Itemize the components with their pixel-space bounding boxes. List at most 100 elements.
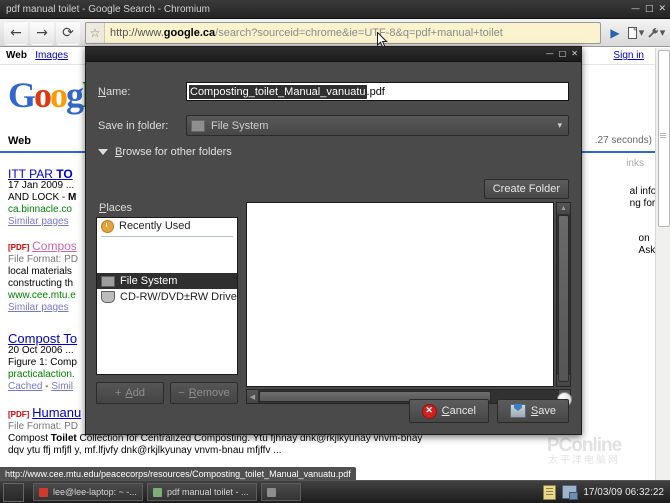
wrench-menu-icon[interactable]: ▾ xyxy=(646,22,666,44)
address-bar[interactable]: ☆ http://www.google.ca/search?sourceid=c… xyxy=(85,22,601,44)
sponsored-links-label: inks xyxy=(626,158,644,169)
place-label-2: CD-RW/DVD±RW Drive xyxy=(120,291,237,303)
name-label-text: ame: xyxy=(106,86,130,98)
page-menu-icon[interactable]: ▾ xyxy=(626,22,646,44)
browse-for-other-folders-toggle[interactable]: Browse for other folders xyxy=(98,146,569,158)
drive-icon xyxy=(101,276,115,287)
wrench-menu-chevron: ▾ xyxy=(660,26,666,39)
remove-label: Remove xyxy=(189,387,230,399)
result-4-desc-b: Toilet xyxy=(51,433,77,444)
cd-icon xyxy=(101,291,115,303)
places-pane: Places Recently Used File System xyxy=(96,202,238,404)
task-label-1: pdf manual toilet - ... xyxy=(167,487,249,497)
folder-icon xyxy=(191,120,205,132)
network-icon[interactable] xyxy=(562,485,577,499)
clock[interactable]: 17/03/09 06:32:22 xyxy=(583,487,664,498)
dialog-minimize-button[interactable]: — xyxy=(546,50,554,58)
logo-g2: g xyxy=(66,75,82,115)
page-glyph-icon xyxy=(628,27,638,39)
url-path: /search?sourceid=chrome&ie=UTF-8&q=pdf+m… xyxy=(215,27,503,39)
folder-value: File System xyxy=(211,120,268,132)
logo-o2: o xyxy=(50,75,66,115)
forward-icon[interactable]: → xyxy=(30,21,54,45)
remove-place-button[interactable]: − Remove xyxy=(170,382,238,404)
scroll-left-icon[interactable]: ◀ xyxy=(247,390,258,403)
bookmark-star-icon[interactable]: ☆ xyxy=(86,23,105,43)
places-separator xyxy=(101,236,233,237)
result-1-title-b: TO xyxy=(56,167,72,181)
places-header: Places xyxy=(96,202,238,217)
place-item-file-system[interactable]: File System xyxy=(97,273,237,289)
browser-minimize-button[interactable]: — xyxy=(631,5,640,14)
go-icon[interactable]: ▶ xyxy=(604,22,626,44)
logo-g1: G xyxy=(8,75,34,115)
result-3-similar[interactable]: Simil xyxy=(51,381,73,392)
logo-o1: o xyxy=(34,75,50,115)
cancel-button[interactable]: ✕ Cancel xyxy=(409,399,489,423)
save-button[interactable]: Save xyxy=(497,399,569,423)
url-scheme: http://www. xyxy=(110,27,164,39)
browser-titlebar: pdf manual toilet - Google Search - Chro… xyxy=(0,0,670,19)
place-label-0: Recently Used xyxy=(119,220,191,232)
toolbar-right-group: ▶ ▾ ▾ xyxy=(604,22,666,44)
add-label: Add xyxy=(125,387,145,399)
page-scrollbar-grip xyxy=(660,133,666,138)
file-browser-panes: Places Recently Used File System xyxy=(96,202,571,404)
cancel-icon: ✕ xyxy=(422,404,437,419)
show-desktop-button[interactable] xyxy=(3,483,24,502)
create-folder-button[interactable]: Create Folder xyxy=(484,179,569,199)
place-item-cd-drive[interactable]: CD-RW/DVD±RW Drive xyxy=(97,289,237,305)
task-button-chromium[interactable]: pdf manual toilet - ... xyxy=(147,483,257,501)
add-place-button[interactable]: + Add xyxy=(96,382,164,404)
ad-block-1[interactable]: al info ng for! xyxy=(630,186,658,210)
sign-in-link[interactable]: Sign in xyxy=(613,50,644,61)
status-bar: http://www.cee.mtu.edu/peacecorps/resour… xyxy=(0,467,356,481)
nav-web[interactable]: Web xyxy=(6,50,27,61)
window-icon xyxy=(267,488,276,497)
filename-extension: .pdf xyxy=(367,86,385,98)
result-3-cached[interactable]: Cached xyxy=(8,381,42,392)
page-scrollbar[interactable] xyxy=(655,48,670,481)
taskbar: lee@lee-laptop: ~ -... pdf manual toilet… xyxy=(0,480,670,503)
clipboard-icon[interactable] xyxy=(543,485,556,500)
name-label: Name: xyxy=(98,86,186,98)
tab-web[interactable]: Web xyxy=(8,135,31,147)
task-button-terminal[interactable]: lee@lee-laptop: ~ -... xyxy=(33,483,143,501)
page-scrollbar-thumb[interactable] xyxy=(658,50,670,227)
task-list: lee@lee-laptop: ~ -... pdf manual toilet… xyxy=(33,483,301,501)
folder-label: Save in folder: xyxy=(98,120,186,132)
scroll-up-icon[interactable]: ▲ xyxy=(557,203,570,214)
filename-input[interactable]: Composting_toilet_Manual_vanuatu.pdf xyxy=(186,82,569,101)
places-list[interactable]: Recently Used File System CD-RW/DVD±RW D… xyxy=(96,217,238,375)
file-list-vscrollbar[interactable]: ▲ ▼ xyxy=(556,202,571,387)
places-spacer xyxy=(97,239,237,273)
nav-images[interactable]: Images xyxy=(35,50,68,61)
result-1-line2-a: AND LOCK - xyxy=(8,192,68,203)
minus-icon: − xyxy=(178,387,184,399)
place-item-recently-used[interactable]: Recently Used xyxy=(97,218,237,234)
save-label: Save xyxy=(531,405,556,417)
ad1-line2: ng for! xyxy=(630,198,658,210)
file-list-vscroll-thumb[interactable] xyxy=(558,215,569,382)
browser-maximize-button[interactable]: □ xyxy=(645,5,654,14)
folder-combobox[interactable]: File System ▾ xyxy=(186,115,569,136)
reload-icon[interactable]: ⟳ xyxy=(56,21,80,45)
dialog-window-controls: — □ ✕ xyxy=(546,47,578,61)
browse-label: Browse for other folders xyxy=(115,146,232,158)
browser-close-button[interactable]: ✕ xyxy=(658,5,666,14)
dialog-maximize-button[interactable]: □ xyxy=(559,50,567,58)
back-icon[interactable]: ← xyxy=(4,21,28,45)
chevron-down-icon: ▾ xyxy=(557,120,562,131)
watermark-line-2: 太平洋电脑网 xyxy=(514,455,654,467)
file-list[interactable] xyxy=(246,202,554,387)
result-stats: .27 seconds) xyxy=(595,135,652,146)
dialog-close-button[interactable]: ✕ xyxy=(571,50,578,58)
task-button-window[interactable] xyxy=(261,483,301,501)
save-icon xyxy=(510,404,526,418)
dialog-body: Name: Composting_toilet_Manual_vanuatu.p… xyxy=(86,62,581,433)
result-4-title[interactable]: Humanu xyxy=(32,405,81,420)
address-bar-text: http://www.google.ca/search?sourceid=chr… xyxy=(105,27,503,39)
result-2-title[interactable]: Compos xyxy=(32,239,77,253)
result-1-line2-b: M xyxy=(68,192,76,203)
create-folder-label: Create Folder xyxy=(493,183,560,195)
